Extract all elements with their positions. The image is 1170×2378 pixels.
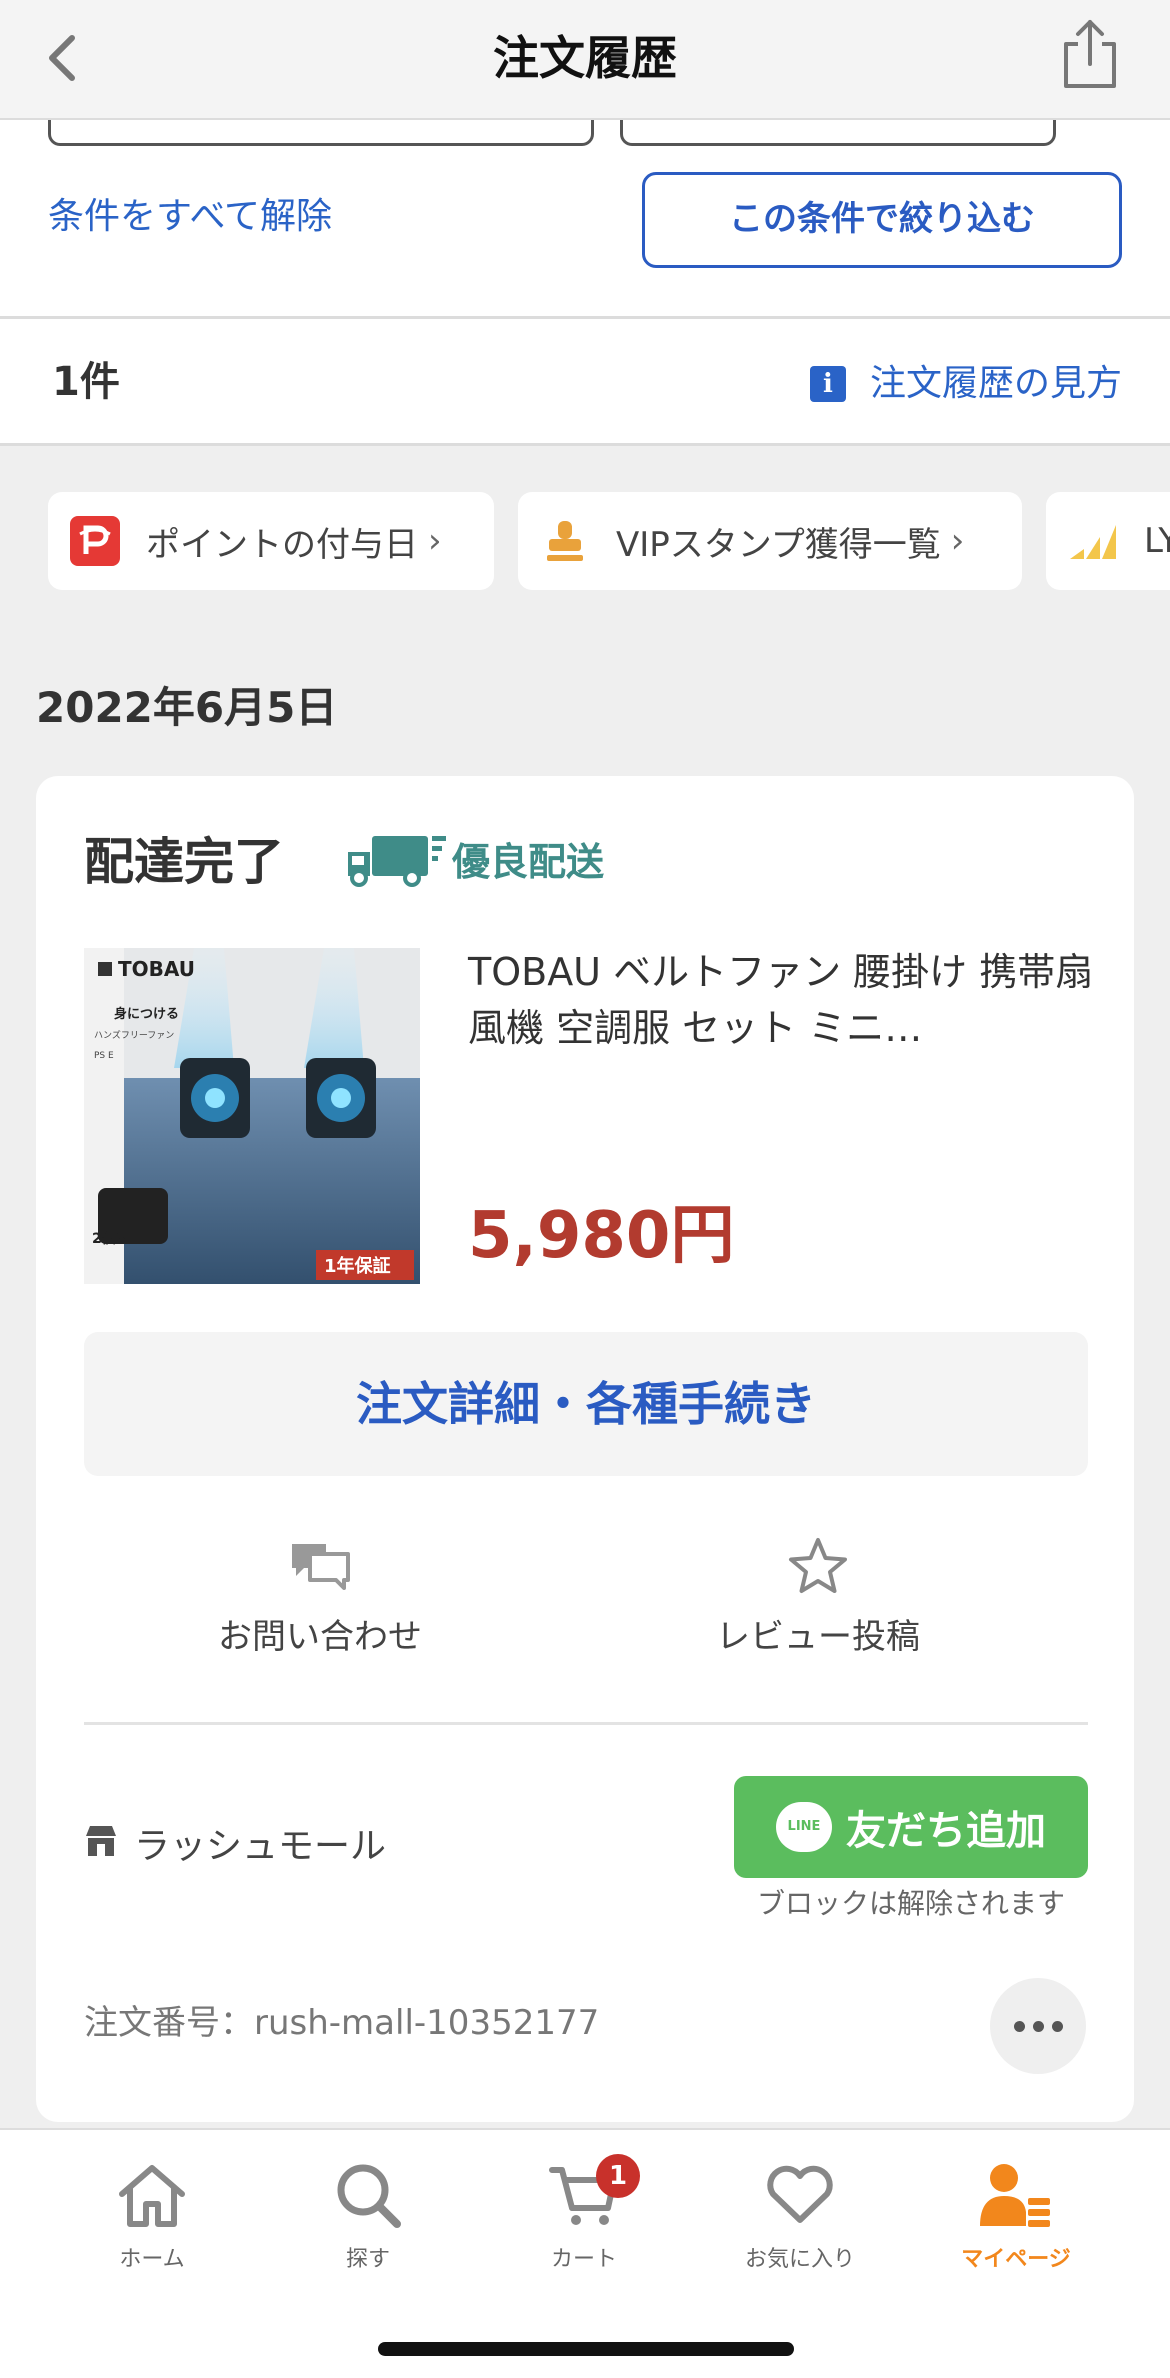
product-name[interactable]: TOBAU ベルトファン 腰掛け 携帯扇風機 空調服 セット ミニ… [468,944,1098,1056]
result-count: 1件 [52,359,120,405]
line-add-friend-button[interactable]: LINE 友だち追加 [734,1776,1088,1878]
star-icon [668,1526,968,1606]
mypage-icon [916,2150,1116,2240]
store-name: ラッシュモール [134,1826,387,1867]
product-thumbnail[interactable]: TOBAU 2個SET 身につける ハンズフリーファン PS E 1年保証 [84,948,420,1284]
tab-search[interactable]: 探す [268,2150,468,2276]
search-icon [268,2150,468,2240]
tab-label: ホーム [119,2247,185,2272]
chip-vip-stamp[interactable]: VIPスタンプ獲得一覧 › [518,492,1022,590]
tab-favorites[interactable]: お気に入り [700,2150,900,2276]
chip-point-date[interactable]: ポイントの付与日 › [48,492,494,590]
chevron-right-icon: › [950,521,965,561]
home-indicator [378,2342,794,2356]
heart-icon [700,2150,900,2240]
dot [1051,2020,1063,2032]
howto-link[interactable]: i 注文履歴の見方 [809,359,1122,409]
review-button[interactable]: レビュー投稿 [668,1526,968,1662]
tab-label: マイページ [961,2247,1071,2272]
tab-label: お気に入り [744,2247,855,2272]
tab-label: カート [550,2247,617,2272]
product-price: 5,980円 [468,1199,735,1273]
signal-bars-icon [1068,516,1118,566]
thumb-brand: TOBAU [118,957,195,981]
filter-panel: 条件をすべて解除 この条件で絞り込む [0,110,1170,316]
review-label: レビュー投稿 [716,1617,920,1657]
stamp-icon [540,516,590,566]
quick-links: ポイントの付与日 › VIPスタンプ獲得一覧 › LY [0,492,1170,592]
inquiry-label: お問い合わせ [218,1617,422,1657]
chip-label: ポイントの付与日 [146,524,418,565]
thumb-ps-mark: PS E [94,1051,114,1061]
chip-label: VIPスタンプ獲得一覧 [616,524,941,565]
chip-label: LY [1144,521,1170,561]
tab-mypage[interactable]: マイページ [916,2150,1116,2276]
cart-icon: 1 [484,2150,684,2240]
divider [84,1722,1088,1725]
order-number: 注文番号：rush-mall-10352177 [84,2003,600,2043]
share-icon[interactable] [1060,18,1120,90]
thumb-sets: 2個SET [92,1230,145,1247]
cart-count-badge: 1 [596,2154,640,2198]
app-header: 注文履歴 [0,0,1170,120]
order-detail-button[interactable]: 注文詳細・各種手続き [84,1332,1088,1476]
paypay-icon [70,516,120,566]
info-icon: i [809,366,846,402]
dot [1032,2020,1044,2032]
bottom-tab-bar: ホーム 探す 1 カート お気に入り マイページ [0,2128,1170,2378]
inquiry-button[interactable]: お問い合わせ [170,1526,470,1662]
thumb-side-text: 身につける [114,1006,179,1022]
howto-label: 注文履歴の見方 [869,363,1122,404]
chat-bubbles-icon [170,1526,470,1606]
order-date: 2022年6月5日 [36,683,338,732]
tab-home[interactable]: ホーム [52,2150,252,2276]
clear-filters-link[interactable]: 条件をすべて解除 [48,192,332,242]
line-note: ブロックは解除されます [756,1887,1065,1920]
results-bar: 1件 i 注文履歴の見方 [0,316,1170,446]
tab-label: 探す [345,2247,390,2272]
chip-ly[interactable]: LY [1046,492,1170,590]
thumb-warranty: 1年保証 [324,1255,391,1277]
truck-icon [346,832,450,892]
store-icon [84,1822,118,1872]
apply-filter-button[interactable]: この条件で絞り込む [642,172,1122,268]
order-card: 配達完了 優良配送 TOBAU 2個SET 身につける ハンズフリーファン PS… [36,776,1134,2122]
page-title: 注文履歴 [493,31,677,85]
line-icon: LINE [776,1802,832,1852]
delivery-label: 優良配送 [452,840,605,884]
thumb-side-text2: ハンズフリーファン [94,1029,174,1041]
order-status: 配達完了 [84,833,284,891]
home-icon [52,2150,252,2240]
store-link[interactable]: ラッシュモール [84,1822,386,1872]
line-button-label: 友だち追加 [846,1808,1046,1854]
chevron-right-icon: › [428,521,442,561]
more-options-button[interactable] [990,1978,1086,2074]
delivery-badge: 優良配送 [346,832,604,892]
dot [1013,2020,1025,2032]
tab-cart[interactable]: 1 カート [484,2150,684,2276]
